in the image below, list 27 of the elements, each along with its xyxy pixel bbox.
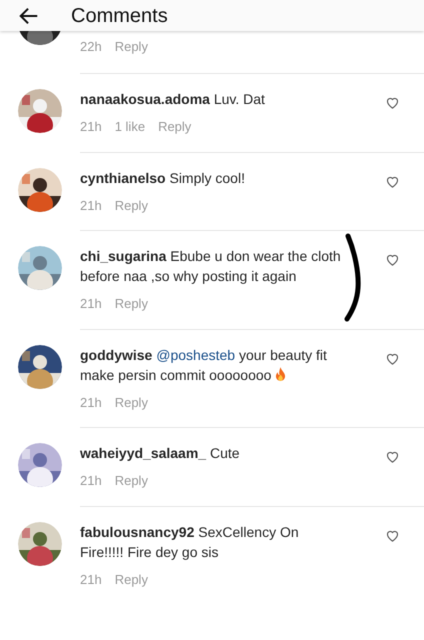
comment-time: 21h: [80, 295, 102, 313]
comment-text: chi_sugarina Ebube u don wear the cloth before naa ,so why posting it again: [80, 247, 342, 286]
comment-time: 21h: [80, 472, 102, 490]
comment-time: 21h: [80, 196, 102, 214]
comment-time: 21h: [80, 570, 102, 588]
comment-text: fabulousnancy92 SexCellency On Fire!!!!! Fire dey go sis: [80, 522, 300, 562]
comment-time: 21h: [80, 394, 102, 412]
comment-text: nanaakosua.adoma Luv. Dat: [80, 90, 266, 109]
screen-title: Comments: [71, 4, 168, 28]
heart-icon[interactable]: [385, 95, 400, 110]
reply-link[interactable]: Reply: [114, 471, 148, 490]
like-count[interactable]: 1 like: [114, 117, 146, 136]
mention-link[interactable]: @poshesteb: [156, 346, 236, 362]
reply-link[interactable]: Reply: [114, 37, 148, 73]
comment-text: goddywise @poshesteb your beauty fit make persin commit oooooooo: [80, 346, 328, 384]
comment-time: 22h: [80, 38, 102, 56]
comment-text: cynthianelso Simply cool!: [80, 168, 246, 188]
heart-icon[interactable]: [385, 449, 400, 464]
reply-link[interactable]: Reply: [114, 570, 148, 589]
reply-link[interactable]: Reply: [158, 117, 192, 136]
fire-icon: [275, 366, 286, 382]
reply-link[interactable]: Reply: [114, 294, 148, 314]
heart-icon[interactable]: [385, 252, 400, 267]
reply-link[interactable]: Reply: [114, 196, 148, 215]
comment-text: waheiyyd_salaam_ Cute: [80, 444, 241, 463]
comment-time: 21h: [80, 118, 102, 136]
reply-link[interactable]: Reply: [114, 392, 148, 412]
